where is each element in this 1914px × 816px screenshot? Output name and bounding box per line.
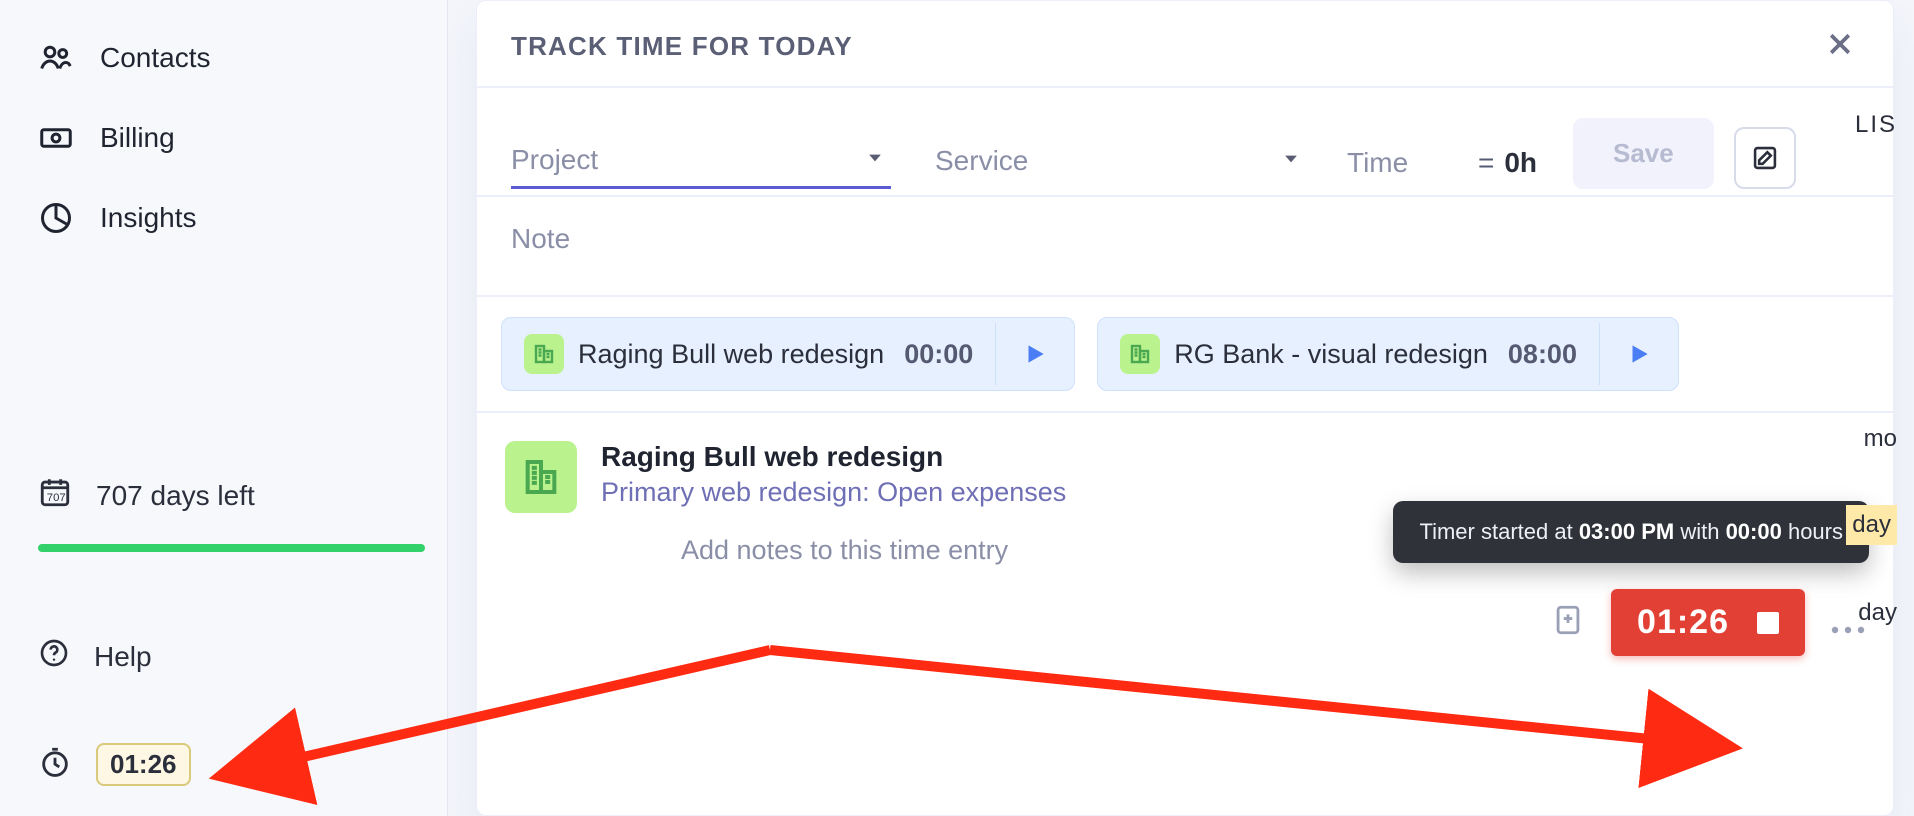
recent-chip: Raging Bull web redesign 00:00	[501, 317, 1075, 391]
edge-text: day	[1858, 599, 1897, 627]
svg-text:707: 707	[47, 492, 66, 504]
service-label: Service	[935, 145, 1028, 176]
stop-timer-button[interactable]: 01:26	[1611, 589, 1805, 656]
edit-button[interactable]	[1734, 127, 1796, 189]
sidebar: Contacts Billing Insights 707 707 days l…	[0, 0, 448, 816]
help-label: Help	[94, 641, 152, 673]
panel-title: TRACK TIME FOR TODAY	[511, 31, 853, 62]
sidebar-nav: Contacts Billing Insights	[0, 18, 447, 258]
sidebar-timer-value: 01:26	[96, 743, 191, 786]
entry-actions: 01:26	[1551, 589, 1865, 656]
chip-time: 00:00	[904, 339, 973, 370]
panel-header: TRACK TIME FOR TODAY	[477, 1, 1893, 88]
stop-icon	[1757, 612, 1779, 634]
entry-form: Project Service Time = 0h Save	[477, 88, 1893, 197]
time-field[interactable]: Time = 0h	[1347, 147, 1537, 189]
close-button[interactable]	[1825, 29, 1855, 64]
sidebar-timer[interactable]: 01:26	[0, 733, 447, 796]
entry-subtitle[interactable]: Primary web redesign: Open expenses	[601, 477, 1066, 508]
tooltip-start-time: 03:00 PM	[1579, 519, 1674, 544]
chevron-down-icon	[865, 148, 885, 173]
entry-title: Raging Bull web redesign	[601, 441, 1066, 473]
time-label: Time	[1347, 147, 1408, 179]
sidebar-item-label: Billing	[100, 122, 175, 154]
stopwatch-icon	[38, 745, 72, 784]
note-input[interactable]: Note	[511, 223, 1859, 255]
running-entry: Raging Bull web redesign Primary web red…	[477, 411, 1893, 566]
timer-tooltip: Timer started at 03:00 PM with 00:00 hou…	[1393, 501, 1869, 563]
trial-progress-bar	[38, 544, 425, 552]
edge-text: LIS	[1855, 111, 1897, 139]
chip-select[interactable]: RG Bank - visual redesign 08:00	[1098, 318, 1599, 390]
trial-label: 707 days left	[96, 480, 255, 512]
time-equals: =	[1478, 147, 1494, 179]
contacts-icon	[38, 40, 74, 76]
track-time-panel: TRACK TIME FOR TODAY Project Service Tim…	[476, 0, 1894, 816]
sidebar-item-insights[interactable]: Insights	[0, 178, 447, 258]
help-icon	[38, 637, 70, 676]
trial-remaining[interactable]: 707 707 days left	[0, 457, 447, 526]
recent-chips: Raging Bull web redesign 00:00 RG Bank -…	[477, 295, 1893, 411]
billing-icon	[38, 120, 74, 156]
chip-play-button[interactable]	[1599, 323, 1678, 385]
time-value: 0h	[1504, 147, 1537, 179]
building-icon	[505, 441, 577, 513]
project-label: Project	[511, 144, 598, 175]
tooltip-hours: 00:00	[1726, 519, 1782, 544]
sidebar-item-help[interactable]: Help	[0, 627, 447, 686]
chip-play-button[interactable]	[995, 323, 1074, 385]
chip-time: 08:00	[1508, 339, 1577, 370]
note-row: Note	[477, 197, 1893, 295]
chip-name: RG Bank - visual redesign	[1174, 339, 1488, 370]
sidebar-item-label: Insights	[100, 202, 197, 234]
service-select[interactable]: Service	[935, 145, 1307, 189]
entry-titles: Raging Bull web redesign Primary web red…	[601, 441, 1066, 508]
sidebar-item-billing[interactable]: Billing	[0, 98, 447, 178]
edge-text: mo	[1864, 425, 1897, 453]
attach-icon[interactable]	[1551, 603, 1585, 642]
building-icon	[524, 334, 564, 374]
chip-name: Raging Bull web redesign	[578, 339, 884, 370]
chevron-down-icon	[1281, 149, 1301, 174]
project-select[interactable]: Project	[511, 144, 891, 189]
tooltip-text-suffix: hours	[1782, 519, 1843, 544]
edge-text: day	[1846, 505, 1897, 545]
recent-chip: RG Bank - visual redesign 08:00	[1097, 317, 1679, 391]
tooltip-text-prefix: Timer started at	[1419, 519, 1578, 544]
sidebar-item-label: Contacts	[100, 42, 211, 74]
chip-select[interactable]: Raging Bull web redesign 00:00	[502, 318, 995, 390]
calendar-icon: 707	[38, 475, 72, 516]
insights-icon	[38, 200, 74, 236]
save-button[interactable]: Save	[1573, 118, 1714, 189]
tooltip-text-middle: with	[1674, 519, 1725, 544]
building-icon	[1120, 334, 1160, 374]
running-time: 01:26	[1637, 603, 1729, 642]
sidebar-item-contacts[interactable]: Contacts	[0, 18, 447, 98]
